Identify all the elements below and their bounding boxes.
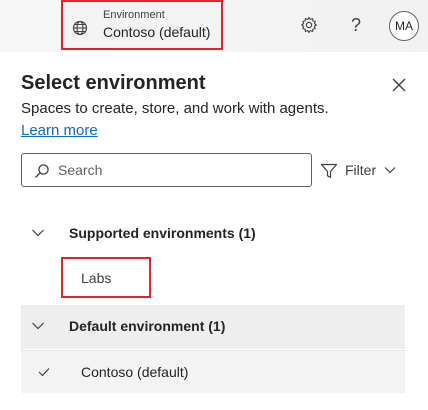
environment-item-label: Contoso (default): [81, 364, 189, 380]
globe-icon: [72, 20, 88, 36]
top-bar: Environment Contoso (default) ? MA: [0, 0, 428, 52]
group-label: Supported environments (1): [69, 225, 256, 241]
gear-icon: [301, 16, 317, 34]
group-header-supported[interactable]: Supported environments (1): [21, 212, 405, 256]
chevron-down-icon: [384, 167, 396, 174]
environment-item-contoso[interactable]: Contoso (default): [21, 350, 405, 393]
panel-description: Spaces to create, store, and work with a…: [21, 100, 329, 117]
environment-name: Contoso (default): [103, 24, 211, 40]
environment-item-labs[interactable]: Labs: [61, 257, 151, 298]
close-icon[interactable]: [388, 74, 410, 96]
select-environment-panel: Select environment Spaces to create, sto…: [0, 52, 428, 410]
panel-title: Select environment: [21, 72, 206, 94]
filter-label: Filter: [345, 162, 377, 178]
environment-item-label: Labs: [81, 270, 112, 286]
help-icon: ?: [350, 14, 361, 35]
help-button[interactable]: ?: [343, 12, 369, 38]
avatar[interactable]: MA: [389, 11, 419, 41]
checkmark-icon: [38, 368, 50, 377]
search-input[interactable]: [58, 160, 303, 180]
filter-icon: [320, 163, 338, 179]
environment-switcher-button[interactable]: Environment Contoso (default): [61, 0, 223, 50]
chevron-down-icon: [32, 322, 44, 330]
environment-caption: Environment: [103, 9, 165, 21]
settings-button[interactable]: [296, 12, 322, 38]
group-header-default[interactable]: Default environment (1): [21, 305, 405, 349]
group-label: Default environment (1): [69, 318, 226, 334]
chevron-down-icon: [32, 229, 44, 237]
filter-button[interactable]: Filter: [318, 159, 402, 181]
avatar-initials: MA: [395, 19, 413, 33]
search-box: [21, 153, 312, 187]
learn-more-link[interactable]: Learn more: [21, 122, 98, 139]
search-icon: [35, 164, 49, 178]
